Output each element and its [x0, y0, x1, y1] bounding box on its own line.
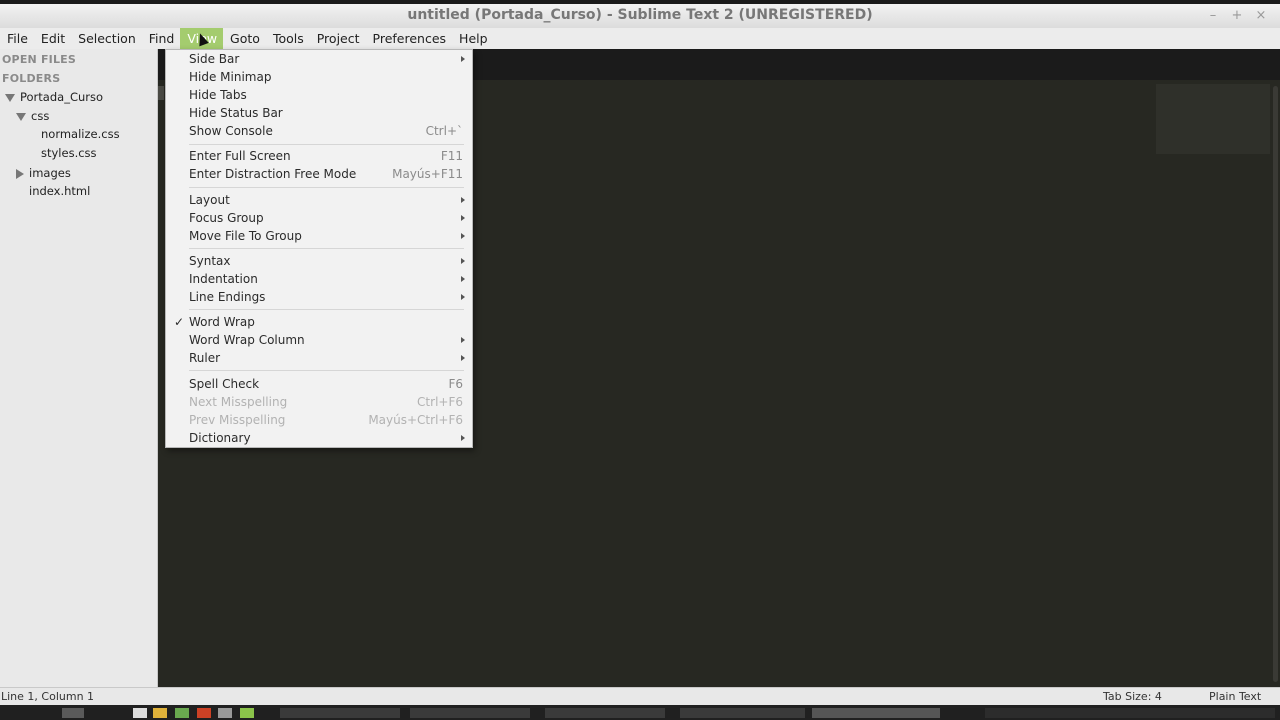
view-menu-dropdown: Side Bar Hide Minimap Hide Tabs Hide Sta… — [165, 49, 473, 448]
tab-size-selector[interactable]: Tab Size: 4 — [1103, 690, 1162, 703]
file-styles-css[interactable]: styles.css — [41, 146, 97, 160]
checkmark-icon: ✓ — [174, 315, 185, 329]
collapsed-arrow-icon — [16, 168, 24, 179]
taskbar — [0, 705, 1280, 720]
menu-separator — [189, 309, 464, 310]
system-tray[interactable] — [985, 708, 1275, 718]
menu-item-word-wrap[interactable]: ✓ Word Wrap — [166, 313, 472, 331]
minimize-button[interactable]: – — [1206, 8, 1220, 23]
menu-tools[interactable]: Tools — [266, 28, 310, 49]
status-bar: Line 1, Column 1 Tab Size: 4 Plain Text — [0, 687, 1280, 706]
taskbar-folder-icon[interactable] — [153, 708, 167, 718]
menu-item-show-console[interactable]: Show Console Ctrl+` — [166, 122, 472, 140]
file-normalize-css[interactable]: normalize.css — [41, 127, 120, 141]
menu-bar: File Edit Selection Find View Goto Tools… — [0, 28, 1280, 49]
taskbar-window-button[interactable] — [410, 708, 530, 718]
menu-separator — [189, 187, 464, 188]
menu-item-ruler[interactable]: Ruler — [166, 349, 472, 367]
menu-separator — [189, 248, 464, 249]
taskbar-window-button[interactable] — [545, 708, 665, 718]
expanded-arrow-icon — [16, 112, 26, 121]
folder-portada-curso[interactable]: Portada_Curso — [5, 90, 103, 104]
menu-item-spell-check[interactable]: Spell Check F6 — [166, 375, 472, 393]
submenu-arrow-icon — [461, 56, 465, 62]
menu-separator — [189, 144, 464, 145]
file-index-html[interactable]: index.html — [29, 184, 90, 198]
menu-separator — [189, 370, 464, 371]
menu-item-move-file-to-group[interactable]: Move File To Group — [166, 227, 472, 245]
current-line-marker — [158, 86, 164, 100]
submenu-arrow-icon — [461, 233, 465, 239]
menu-item-word-wrap-column[interactable]: Word Wrap Column — [166, 331, 472, 349]
submenu-arrow-icon — [461, 276, 465, 282]
menu-item-focus-group[interactable]: Focus Group — [166, 209, 472, 227]
expanded-arrow-icon — [5, 93, 15, 102]
taskbar-launcher-icon[interactable] — [62, 708, 84, 718]
window-controls: – + × — [1206, 8, 1268, 23]
menu-item-side-bar[interactable]: Side Bar — [166, 50, 472, 68]
menu-item-next-misspelling: Next Misspelling Ctrl+F6 — [189, 395, 463, 409]
cursor-position: Line 1, Column 1 — [1, 690, 95, 703]
window-title: untitled (Portada_Curso) - Sublime Text … — [407, 7, 873, 23]
menu-selection[interactable]: Selection — [71, 28, 142, 49]
minimap[interactable] — [1156, 84, 1270, 154]
taskbar-terminal-icon[interactable] — [133, 708, 147, 718]
menu-preferences[interactable]: Preferences — [366, 28, 453, 49]
folder-images[interactable]: images — [16, 166, 71, 180]
submenu-arrow-icon — [461, 355, 465, 361]
taskbar-window-button-active[interactable] — [812, 708, 940, 718]
taskbar-window-button[interactable] — [680, 708, 805, 718]
open-files-heading: OPEN FILES — [2, 53, 77, 66]
submenu-arrow-icon — [461, 435, 465, 441]
taskbar-app-icon[interactable] — [197, 708, 211, 718]
folders-heading: FOLDERS — [2, 72, 61, 85]
menu-item-indentation[interactable]: Indentation — [166, 270, 472, 288]
submenu-arrow-icon — [461, 197, 465, 203]
menu-item-layout[interactable]: Layout — [166, 191, 472, 209]
menu-project[interactable]: Project — [310, 28, 366, 49]
menu-item-prev-misspelling: Prev Misspelling Mayús+Ctrl+F6 — [189, 413, 463, 427]
title-bar: untitled (Portada_Curso) - Sublime Text … — [0, 0, 1280, 28]
submenu-arrow-icon — [461, 215, 465, 221]
menu-item-dictionary[interactable]: Dictionary — [166, 429, 472, 447]
taskbar-app-icon[interactable] — [240, 708, 254, 718]
taskbar-app-icon[interactable] — [218, 708, 232, 718]
menu-item-line-endings[interactable]: Line Endings — [166, 288, 472, 306]
submenu-arrow-icon — [461, 337, 465, 343]
menu-edit[interactable]: Edit — [34, 28, 71, 49]
vertical-scrollbar[interactable] — [1273, 86, 1278, 682]
menu-help[interactable]: Help — [452, 28, 494, 49]
menu-item-hide-tabs[interactable]: Hide Tabs — [166, 86, 472, 104]
close-button[interactable]: × — [1254, 8, 1268, 23]
maximize-button[interactable]: + — [1230, 8, 1244, 23]
submenu-arrow-icon — [461, 294, 465, 300]
submenu-arrow-icon — [461, 258, 465, 264]
menu-item-syntax[interactable]: Syntax — [166, 252, 472, 270]
folder-css[interactable]: css — [16, 109, 49, 123]
menu-goto[interactable]: Goto — [223, 28, 266, 49]
menu-file[interactable]: File — [0, 28, 34, 49]
menu-item-hide-status-bar[interactable]: Hide Status Bar — [166, 104, 472, 122]
menu-item-hide-minimap[interactable]: Hide Minimap — [166, 68, 472, 86]
sidebar: OPEN FILES FOLDERS Portada_Curso css nor… — [0, 49, 158, 687]
taskbar-app-icon[interactable] — [175, 708, 189, 718]
menu-find[interactable]: Find — [142, 28, 181, 49]
taskbar-window-button[interactable] — [280, 708, 400, 718]
menu-item-enter-full-screen[interactable]: Enter Full Screen F11 — [166, 147, 472, 165]
menu-item-distraction-free[interactable]: Enter Distraction Free Mode Mayús+F11 — [166, 165, 472, 183]
syntax-selector[interactable]: Plain Text — [1209, 690, 1261, 703]
